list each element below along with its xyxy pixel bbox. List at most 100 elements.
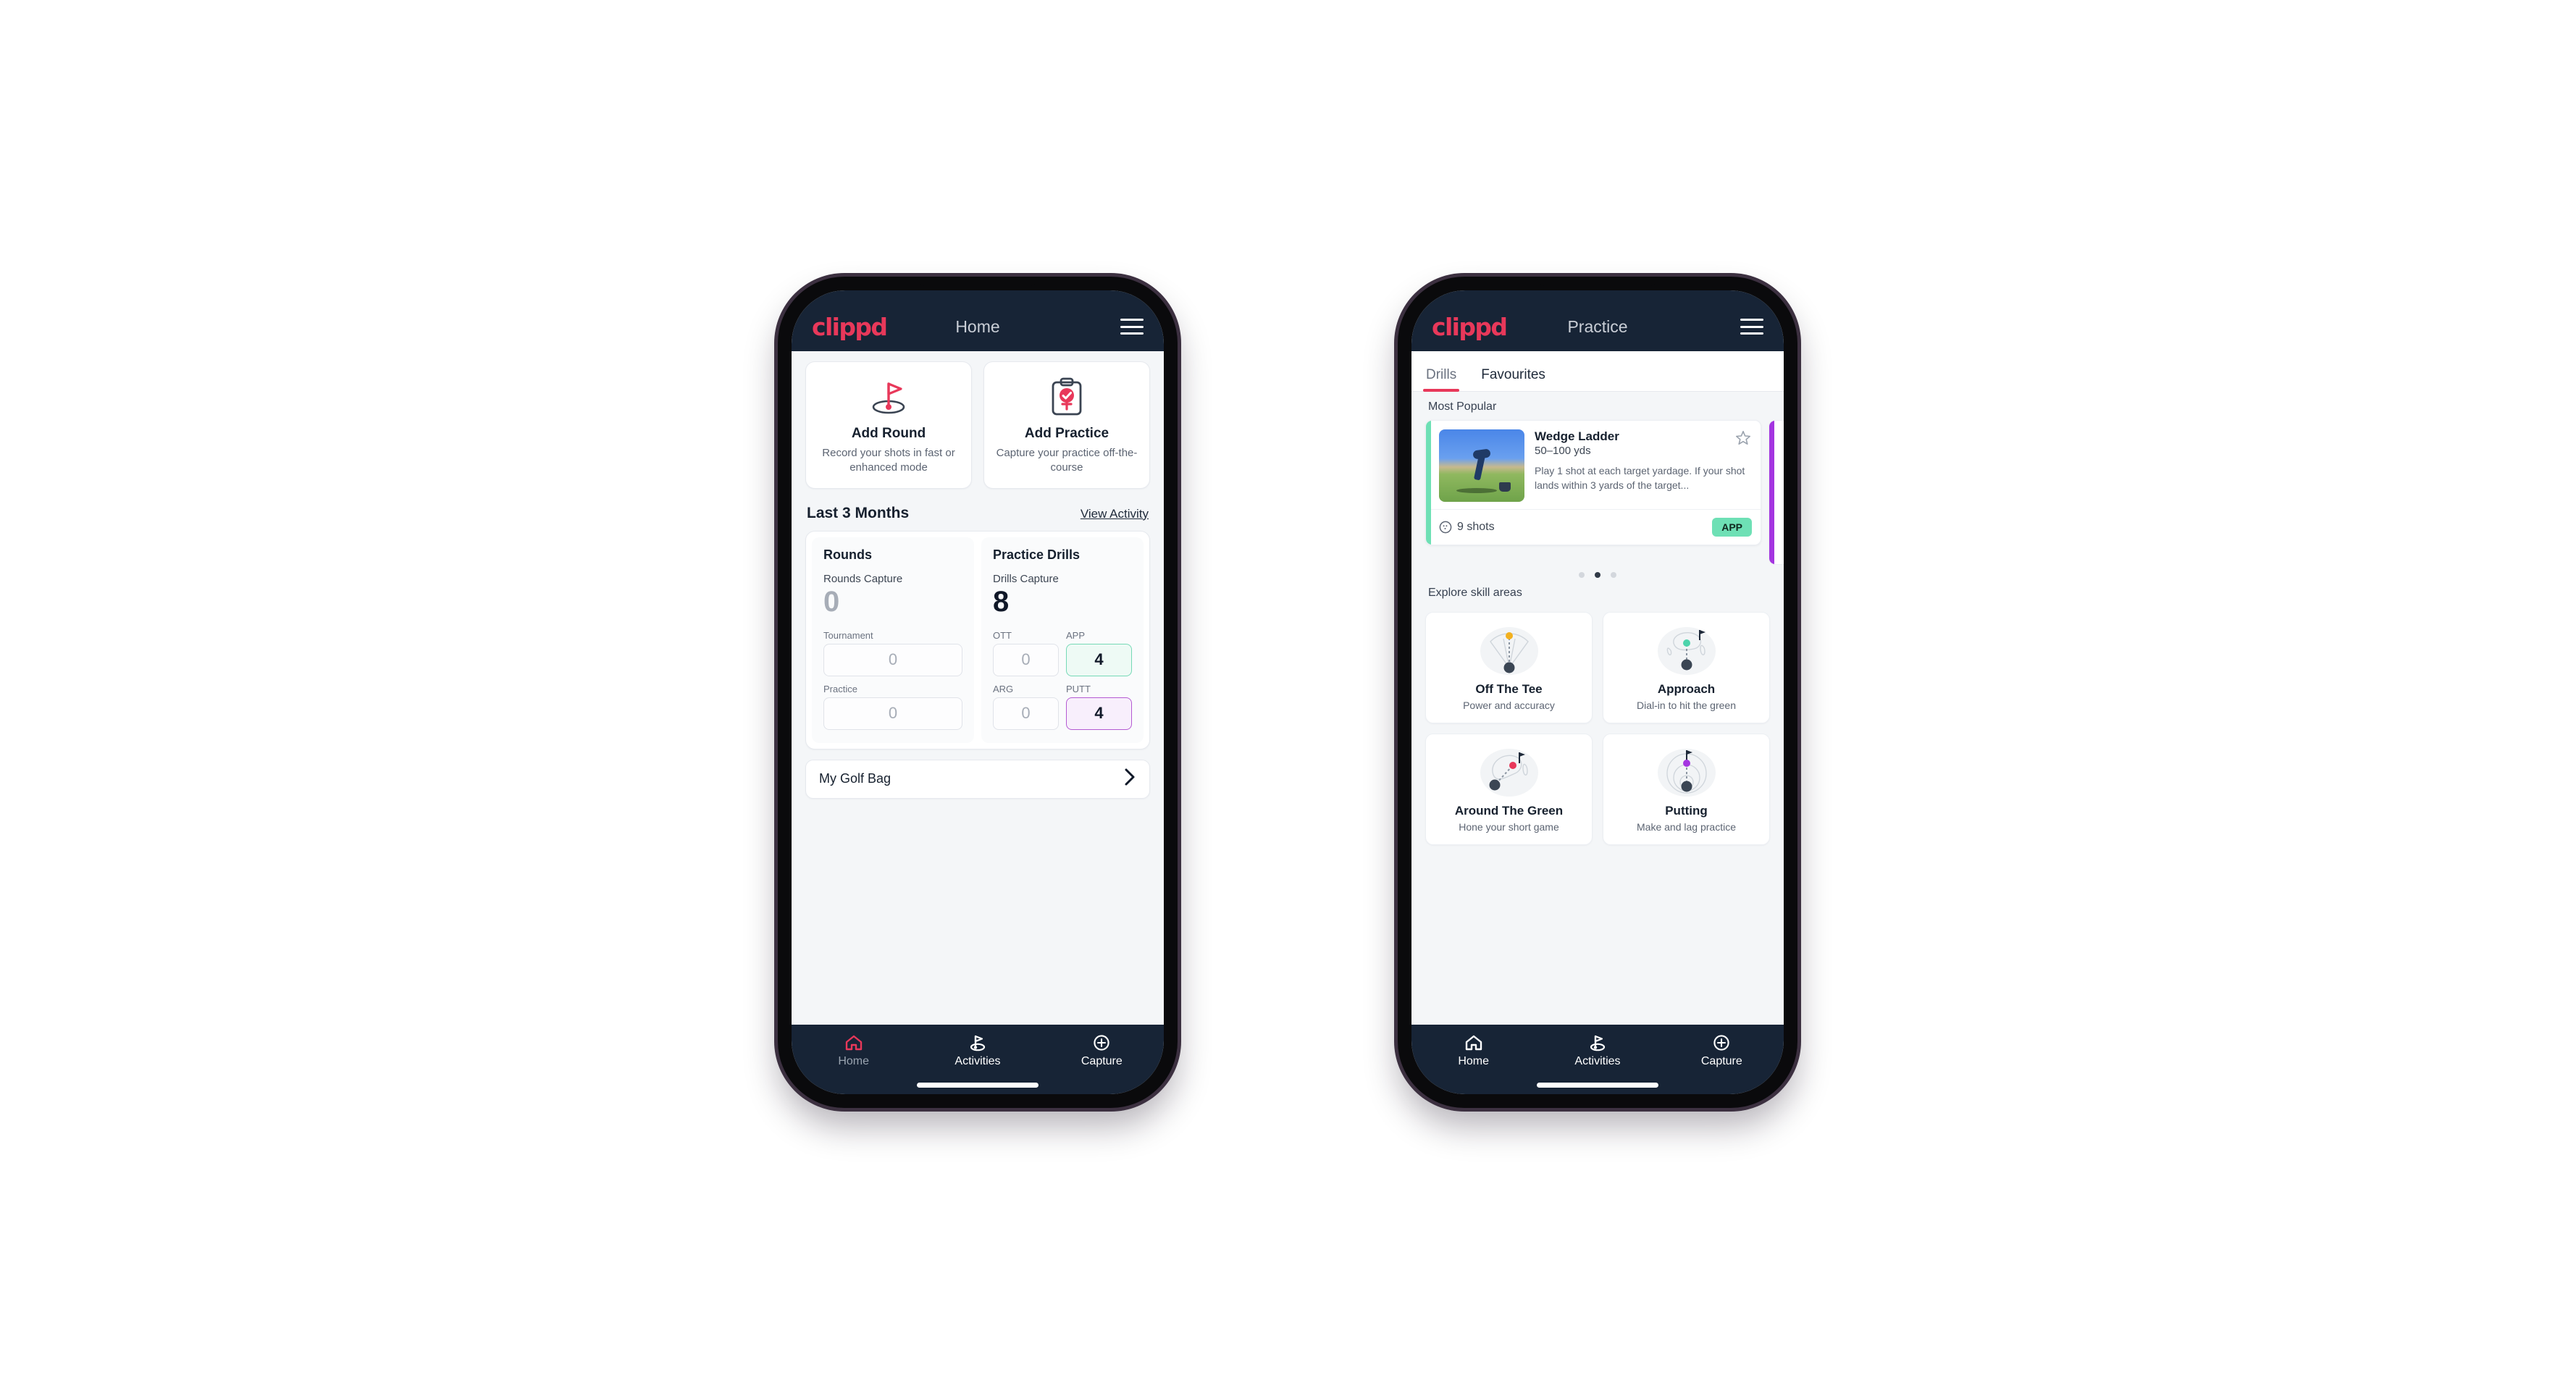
ott-label: OTT: [993, 629, 1012, 641]
rounds-capture-value: 0: [823, 585, 840, 618]
phone-notch: [917, 277, 1039, 286]
practice-drills-column: Practice Drills Drills Capture 8 OTT 0 A…: [981, 537, 1144, 743]
drill-card-next-peek[interactable]: [1769, 420, 1784, 565]
section-title: Last 3 Months: [807, 504, 910, 521]
around-green-icon: [1432, 744, 1586, 801]
carousel-dot-1[interactable]: [1579, 572, 1585, 578]
nav-activities-label: Activities: [955, 1055, 1001, 1067]
skill-card-putting[interactable]: Putting Make and lag practice: [1603, 734, 1770, 845]
add-round-title: Add Round: [851, 426, 926, 441]
skill-subtitle: Power and accuracy: [1463, 700, 1555, 711]
home-indicator: [1537, 1083, 1658, 1088]
home-bottom-nav: Home Activities Capture: [792, 1025, 1164, 1094]
drill-yardage: 50–100 yds: [1535, 445, 1591, 457]
nav-capture[interactable]: Capture: [1660, 1034, 1784, 1068]
most-popular-label: Most Popular: [1428, 400, 1497, 413]
phone-mockup-home: clippd Home Add Round Record your shots …: [778, 277, 1178, 1108]
phone-mockup-practice: clippd Practice Drills Favourites Most P…: [1398, 277, 1797, 1108]
quick-actions: Add Round Record your shots in fast or e…: [805, 351, 1150, 489]
golf-flag-icon: [1590, 1035, 1606, 1051]
skill-areas-grid: Off The Tee Power and accuracy Approach …: [1425, 606, 1770, 845]
putt-label: PUTT: [1066, 683, 1091, 694]
nav-capture[interactable]: Capture: [1040, 1034, 1164, 1068]
plus-circle-icon: [1094, 1035, 1109, 1051]
clippd-logo[interactable]: clippd: [812, 315, 888, 339]
clippd-logo[interactable]: clippd: [1432, 315, 1508, 339]
skill-card-off-the-tee[interactable]: Off The Tee Power and accuracy: [1425, 612, 1593, 723]
tournament-value[interactable]: 0: [823, 643, 962, 676]
drill-accent-bar: [1426, 421, 1431, 545]
arg-value[interactable]: 0: [993, 697, 1059, 730]
drills-heading: Practice Drills: [993, 547, 1081, 562]
app-label: APP: [1066, 629, 1086, 641]
drill-description: Play 1 shot at each target yardage. If y…: [1535, 465, 1745, 492]
rounds-heading: Rounds: [823, 547, 872, 562]
golf-ball-icon: [1439, 521, 1452, 534]
my-golf-bag-row[interactable]: My Golf Bag: [805, 759, 1150, 799]
rounds-capture-label: Rounds Capture: [823, 572, 903, 585]
home-icon: [1465, 1035, 1482, 1051]
nav-capture-label: Capture: [1081, 1055, 1123, 1067]
phone-notch: [1537, 277, 1658, 286]
skill-card-approach[interactable]: Approach Dial-in to hit the green: [1603, 612, 1770, 723]
putting-rings-icon: [1609, 744, 1763, 801]
nav-home[interactable]: Home: [792, 1034, 915, 1068]
skill-title: Around The Green: [1454, 804, 1564, 818]
carousel-dot-3[interactable]: [1611, 572, 1616, 578]
hamburger-icon[interactable]: [1740, 319, 1763, 335]
plus-circle-icon: [1713, 1035, 1729, 1051]
tab-favourites[interactable]: Favourites: [1481, 367, 1545, 391]
drill-card-wedge-ladder[interactable]: Wedge Ladder 50–100 yds Play 1 shot at e…: [1425, 420, 1761, 545]
practice-screen: clippd Practice Drills Favourites Most P…: [1411, 290, 1784, 1094]
nav-home-label: Home: [838, 1055, 869, 1067]
nav-home-label: Home: [1458, 1055, 1489, 1067]
screenshot-canvas: clippd Home Add Round Record your shots …: [0, 0, 2576, 1386]
star-outline-icon[interactable]: [1734, 429, 1752, 450]
app-value[interactable]: 4: [1066, 643, 1132, 676]
golf-flag-hole-icon: [813, 377, 964, 417]
skill-title: Putting: [1665, 804, 1708, 818]
drill-accent-bar-next: [1769, 421, 1774, 564]
practice-value[interactable]: 0: [823, 697, 962, 730]
explore-skill-areas-label: Explore skill areas: [1428, 587, 1522, 599]
drills-capture-value: 8: [993, 585, 1010, 618]
nav-activities[interactable]: Activities: [915, 1034, 1039, 1068]
ott-value[interactable]: 0: [993, 643, 1059, 676]
add-practice-card[interactable]: Add Practice Capture your practice off-t…: [983, 361, 1150, 489]
tournament-label: Tournament: [823, 629, 873, 641]
skill-title: Off The Tee: [1475, 682, 1543, 696]
add-practice-title: Add Practice: [1024, 426, 1109, 441]
drill-shots: 9 shots: [1439, 521, 1495, 534]
drill-shots-label: 9 shots: [1457, 521, 1495, 533]
drills-capture-label: Drills Capture: [993, 572, 1059, 585]
nav-capture-label: Capture: [1700, 1055, 1742, 1067]
view-activity-link[interactable]: View Activity: [1081, 507, 1149, 521]
last-3-months-header: Last 3 Months View Activity: [805, 489, 1150, 531]
practice-bottom-nav: Home Activities Capture: [1411, 1025, 1784, 1094]
practice-tabs: Drills Favourites: [1411, 351, 1784, 392]
arg-label: ARG: [993, 683, 1014, 694]
drill-carousel[interactable]: Wedge Ladder 50–100 yds Play 1 shot at e…: [1425, 420, 1784, 565]
home-screen: clippd Home Add Round Record your shots …: [792, 290, 1164, 1094]
drill-title: Wedge Ladder: [1535, 429, 1619, 443]
practice-body: Most Popular Wedge Ladder 50–100 yds Pla…: [1411, 392, 1784, 1025]
skill-title: Approach: [1657, 682, 1716, 696]
nav-activities-label: Activities: [1574, 1055, 1621, 1067]
carousel-dot-2[interactable]: [1595, 572, 1600, 578]
hamburger-icon[interactable]: [1120, 319, 1144, 335]
home-body: Add Round Record your shots in fast or e…: [792, 351, 1164, 1025]
add-round-card[interactable]: Add Round Record your shots in fast or e…: [805, 361, 972, 489]
tab-drills[interactable]: Drills: [1422, 367, 1460, 392]
rounds-column: Rounds Rounds Capture 0 Tournament 0 Pra…: [812, 537, 974, 743]
nav-home[interactable]: Home: [1411, 1034, 1535, 1068]
home-icon: [845, 1035, 862, 1051]
putt-value[interactable]: 4: [1066, 697, 1132, 730]
skill-subtitle: Make and lag practice: [1637, 821, 1736, 833]
add-practice-subtitle: Capture your practice off-the-course: [996, 447, 1138, 474]
nav-activities[interactable]: Activities: [1535, 1034, 1659, 1068]
carousel-dots[interactable]: [1425, 565, 1770, 578]
skill-subtitle: Hone your short game: [1459, 821, 1559, 833]
skill-subtitle: Dial-in to hit the green: [1637, 700, 1736, 711]
skill-card-around-the-green[interactable]: Around The Green Hone your short game: [1425, 734, 1593, 845]
practice-appbar: clippd Practice: [1411, 290, 1784, 351]
